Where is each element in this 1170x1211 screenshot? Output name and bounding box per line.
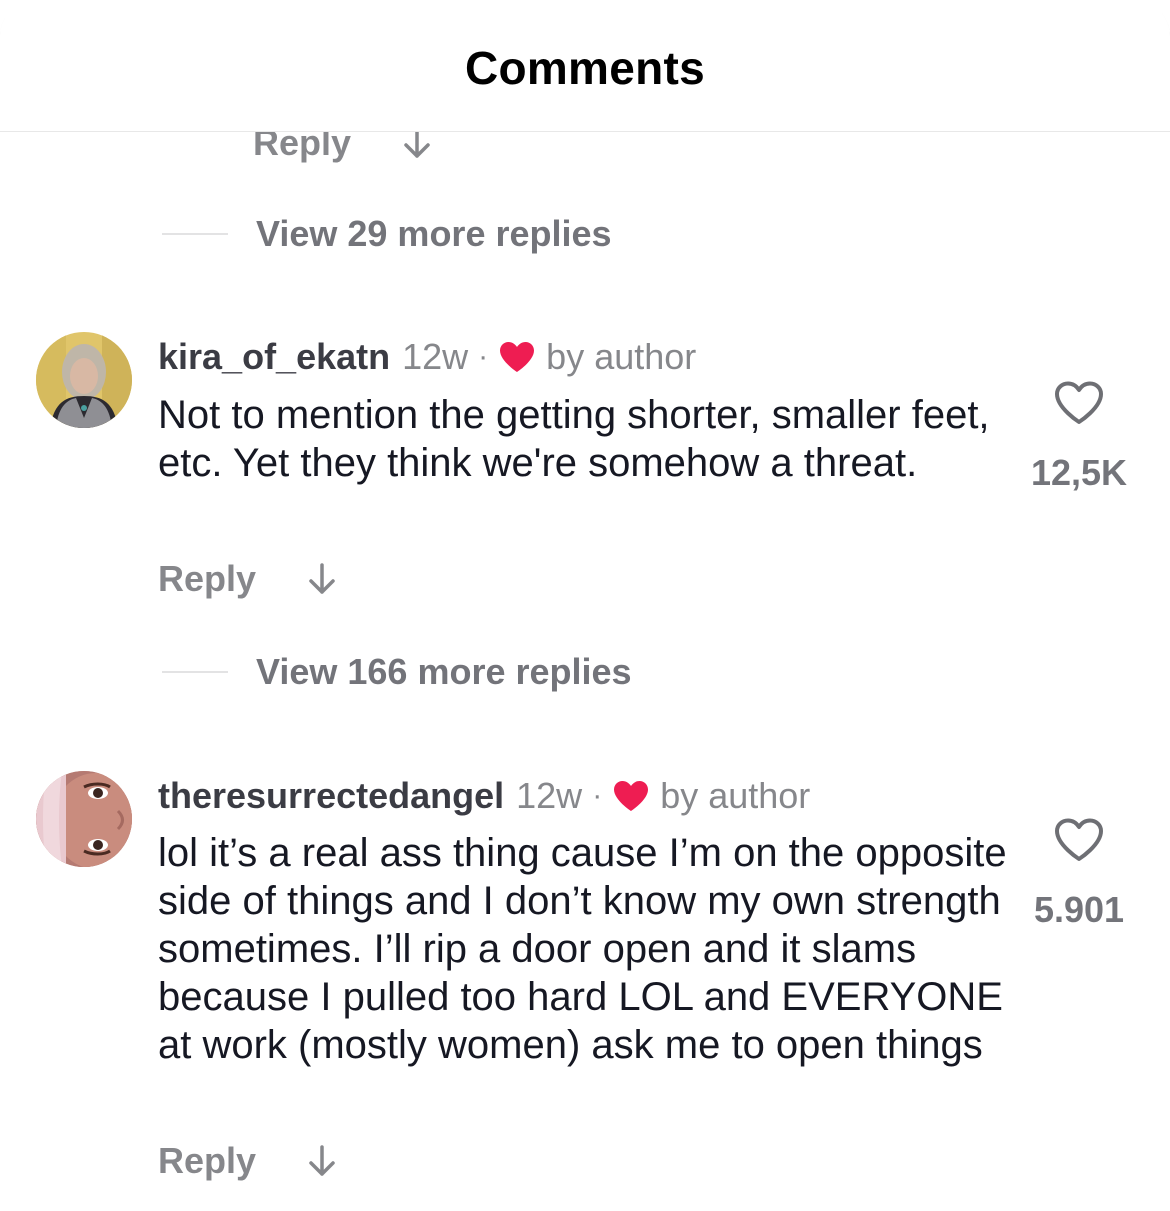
comment-age: 12w	[516, 775, 583, 816]
reply-button[interactable]: Reply	[158, 1140, 256, 1182]
page-title: Comments	[464, 42, 706, 94]
view-more-replies[interactable]: View 166 more replies	[162, 651, 632, 693]
comment-meta: kira_of_ekatn 12w · by author	[158, 336, 696, 378]
comment-username[interactable]: kira_of_ekatn	[158, 336, 390, 378]
comment-reply-row: Reply	[158, 558, 336, 600]
like-count: 5.901	[1033, 889, 1125, 930]
comment-meta: theresurrectedangel 12w · by author	[158, 775, 810, 817]
comment-reply-row: Reply	[158, 1140, 336, 1182]
avatar-image	[36, 771, 132, 867]
view-more-divider	[162, 233, 228, 235]
comments-sheet: Reply View 29 more replies kira_of_ekatn…	[0, 0, 1170, 1211]
arrow-down-icon[interactable]	[308, 1144, 336, 1178]
view-more-replies-label[interactable]: View 166 more replies	[256, 651, 632, 693]
meta-separator: ·	[478, 340, 489, 373]
avatar-image	[36, 332, 132, 428]
like-column: 5.901	[1024, 817, 1134, 931]
comment-text: Not to mention the getting shorter, smal…	[158, 393, 990, 485]
avatar[interactable]	[36, 771, 132, 867]
heart-outline-icon[interactable]	[1053, 380, 1105, 426]
heart-filled-icon	[500, 342, 535, 372]
meta-separator: ·	[592, 779, 603, 812]
comment-age: 12w	[402, 336, 469, 377]
heart-filled-icon	[614, 781, 649, 811]
comments-header: Comments	[0, 0, 1170, 132]
like-count: 12,5K	[1030, 452, 1128, 493]
view-more-divider	[162, 671, 228, 673]
author-badge: by author	[546, 336, 697, 377]
comment-username[interactable]: theresurrectedangel	[158, 775, 504, 817]
view-more-replies[interactable]: View 29 more replies	[162, 213, 612, 255]
comment-text: lol it’s a real ass thing cause I’m on t…	[158, 831, 1007, 1067]
comments-list[interactable]: Reply View 29 more replies kira_of_ekatn…	[0, 0, 1170, 1211]
heart-outline-icon[interactable]	[1053, 817, 1105, 863]
reply-button[interactable]: Reply	[158, 558, 256, 600]
like-column: 12,5K	[1024, 380, 1134, 494]
arrow-down-icon[interactable]	[308, 562, 336, 596]
author-badge: by author	[660, 775, 811, 816]
view-more-replies-label[interactable]: View 29 more replies	[256, 213, 612, 255]
avatar[interactable]	[36, 332, 132, 428]
